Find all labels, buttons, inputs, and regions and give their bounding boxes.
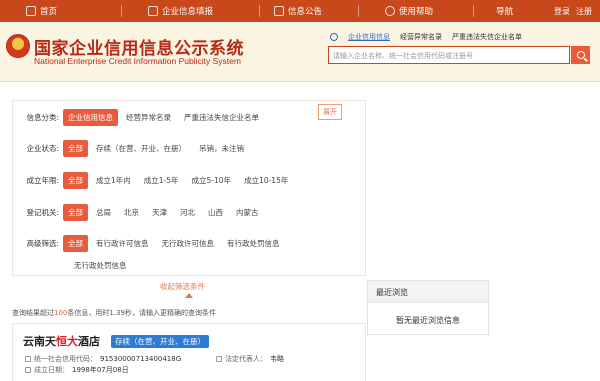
recent-empty: 暂无最近浏览信息 bbox=[396, 316, 460, 325]
top-nav: 首页 企业信息填报 信息公告 使用帮助 导航 登录 注册 bbox=[0, 0, 600, 22]
filter-panel: 信息分类: 企业信用信息 经营异常名录 严重违法失信企业名单 企业状态: 全部 … bbox=[12, 100, 366, 276]
code-label: 统一社会信用代码： bbox=[34, 355, 97, 363]
calendar-icon bbox=[25, 367, 31, 373]
nav-guide[interactable]: 导航 bbox=[474, 0, 523, 22]
filter-option[interactable]: 严重违法失信企业名单 bbox=[179, 109, 264, 126]
legal-rep-line: 法定代表人： 韦略 bbox=[216, 354, 284, 364]
company-name[interactable]: 云南天恒大酒店 bbox=[23, 333, 100, 349]
status-badge: 存续（在营、开业、在册） bbox=[111, 335, 209, 348]
summary-suffix: 条信息，用时1.39秒，请输入更精确的查询条件 bbox=[67, 309, 216, 317]
tab-credit-info[interactable]: 企业信用信息 bbox=[348, 32, 390, 42]
filter-label: 信息分类: bbox=[26, 113, 59, 122]
filter-row-status: 企业状态: 全部 存续（在营、开业、在册） 吊销，未注销 bbox=[13, 140, 252, 157]
filter-option[interactable]: 吊销，未注销 bbox=[194, 140, 249, 157]
login-link[interactable]: 登录 bbox=[554, 6, 570, 17]
search-input[interactable]: 请输入企业名称、统一社会信用代码或注册号 bbox=[328, 46, 570, 64]
nav-guide-label: 导航 bbox=[496, 7, 514, 17]
site-subtitle: National Enterprise Credit Information P… bbox=[34, 56, 241, 66]
code-icon bbox=[25, 356, 31, 362]
filter-option[interactable]: 有行政许可信息 bbox=[91, 235, 154, 252]
filter-option[interactable]: 无行政许可信息 bbox=[157, 235, 220, 252]
date-label: 成立日期： bbox=[34, 366, 69, 374]
filter-option[interactable]: 内蒙古 bbox=[231, 204, 264, 221]
tab-abnormal-list[interactable]: 经营异常名录 bbox=[400, 32, 442, 42]
legal-value: 韦略 bbox=[270, 355, 284, 363]
filter-option[interactable]: 存续（在营、开业、在册） bbox=[91, 140, 191, 157]
register-link[interactable]: 注册 bbox=[576, 6, 592, 17]
search-icon bbox=[576, 51, 585, 59]
filter-row-age: 成立年限: 全部 成立1年内 成立1-5年 成立5-10年 成立10-15年 bbox=[13, 172, 296, 189]
result-card[interactable]: 云南天恒大酒店 存续（在营、开业、在册） 统一社会信用代码： 915300007… bbox=[12, 323, 366, 381]
date-value: 1998年07月08日 bbox=[72, 366, 129, 374]
filter-option[interactable]: 有行政处罚信息 bbox=[222, 235, 285, 252]
founded-date-line: 成立日期： 1998年07月08日 bbox=[25, 365, 129, 375]
filter-option[interactable]: 全部 bbox=[63, 172, 88, 189]
filter-option[interactable]: 无行政处罚信息 bbox=[69, 257, 132, 274]
summary-prefix: 查询结果超过 bbox=[12, 309, 54, 317]
filter-option[interactable]: 成立10-15年 bbox=[239, 172, 293, 189]
filter-option[interactable]: 北京 bbox=[119, 204, 144, 221]
filter-option[interactable]: 河北 bbox=[175, 204, 200, 221]
filter-label: 企业状态: bbox=[26, 144, 59, 153]
search-button[interactable] bbox=[571, 46, 590, 64]
nav-home-label: 首页 bbox=[40, 7, 58, 17]
filter-option[interactable]: 成立5-10年 bbox=[187, 172, 237, 189]
recent-title: 最近浏览 bbox=[368, 281, 488, 303]
document-icon bbox=[274, 6, 285, 16]
help-icon bbox=[385, 6, 396, 16]
filter-option[interactable]: 山西 bbox=[203, 204, 228, 221]
nav-home[interactable]: 首页 bbox=[0, 0, 67, 22]
nav-report[interactable]: 企业信息填报 bbox=[122, 0, 223, 22]
company-name-prefix: 云南天 bbox=[23, 335, 56, 348]
code-value: 91530000713400418G bbox=[100, 355, 182, 363]
filter-option[interactable]: 成立1年内 bbox=[91, 172, 136, 189]
nav-notice-label: 信息公告 bbox=[288, 7, 323, 17]
filter-label: 高级筛选: bbox=[26, 239, 59, 248]
credit-code-line: 统一社会信用代码： 91530000713400418G bbox=[25, 354, 181, 364]
nav-notice[interactable]: 信息公告 bbox=[260, 0, 332, 22]
national-emblem-icon bbox=[6, 34, 30, 58]
filter-option[interactable]: 成立1-5年 bbox=[139, 172, 184, 189]
filter-option[interactable]: 全部 bbox=[63, 204, 88, 221]
nav-help-label: 使用帮助 bbox=[399, 7, 434, 17]
collapse-filters-link[interactable]: 收起筛选条件 bbox=[160, 281, 205, 292]
filter-label: 成立年限: bbox=[26, 176, 59, 185]
expand-button[interactable]: 展开 bbox=[318, 104, 342, 120]
recent-panel: 最近浏览 暂无最近浏览信息 bbox=[367, 280, 489, 335]
pencil-icon bbox=[148, 6, 159, 16]
filter-option[interactable]: 经营异常名录 bbox=[121, 109, 176, 126]
site-header: 国家企业信用信息公示系统 National Enterprise Credit … bbox=[0, 22, 600, 82]
company-name-suffix: 酒店 bbox=[78, 335, 100, 348]
monitor-icon bbox=[26, 6, 36, 16]
search-tabs: 企业信用信息 经营异常名录 严重违法失信企业名单 bbox=[330, 32, 522, 42]
filter-option[interactable]: 天津 bbox=[147, 204, 172, 221]
person-icon bbox=[216, 356, 222, 362]
nav-help[interactable]: 使用帮助 bbox=[359, 0, 443, 22]
caret-up-icon bbox=[185, 293, 193, 298]
filter-option[interactable]: 总局 bbox=[91, 204, 116, 221]
legal-label: 法定代表人： bbox=[225, 355, 267, 363]
result-summary: 查询结果超过100条信息，用时1.39秒，请输入更精确的查询条件 bbox=[12, 308, 216, 318]
tab-blacklist[interactable]: 严重违法失信企业名单 bbox=[452, 32, 522, 42]
company-name-highlight: 恒大 bbox=[56, 335, 78, 348]
filter-label: 登记机关: bbox=[26, 208, 59, 217]
filter-row-authority: 登记机关: 全部 总局 北京 天津 河北 山西 内蒙古 bbox=[13, 204, 267, 221]
filter-row-advanced-cont: 无行政处罚信息 bbox=[69, 257, 135, 274]
filter-row-advanced: 高级筛选: 全部 有行政许可信息 无行政许可信息 有行政处罚信息 bbox=[13, 235, 288, 252]
search-icon bbox=[330, 33, 338, 41]
filter-option[interactable]: 全部 bbox=[63, 235, 88, 252]
filter-row-info-type: 信息分类: 企业信用信息 经营异常名录 严重违法失信企业名单 bbox=[13, 109, 267, 126]
auth-links: 登录 注册 bbox=[554, 6, 600, 17]
nav-report-label: 企业信息填报 bbox=[162, 7, 214, 17]
filter-option[interactable]: 全部 bbox=[63, 140, 88, 157]
summary-count: 100 bbox=[54, 309, 68, 317]
filter-option[interactable]: 企业信用信息 bbox=[63, 109, 118, 126]
